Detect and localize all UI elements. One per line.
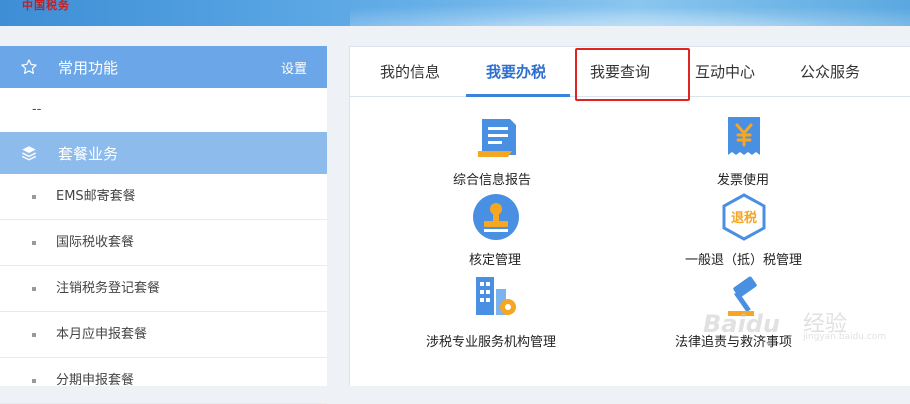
package-item-label: 分期申报套餐 [56, 372, 135, 388]
building-gear-icon [470, 273, 522, 325]
star-icon [20, 58, 38, 76]
service-assessment-management[interactable]: 核定管理 [450, 191, 560, 271]
package-item-label: 注销税务登记套餐 [56, 280, 161, 296]
package-item-installment-filing[interactable]: 分期申报套餐 [0, 358, 327, 404]
package-item-deregistration[interactable]: 注销税务登记套餐 [0, 266, 327, 312]
service-label: 涉税专业服务机构管理 [426, 335, 557, 350]
service-info-report[interactable]: 综合信息报告 [440, 111, 570, 191]
bullet-icon [32, 286, 36, 291]
sidebar-packages-title: 套餐业务 [58, 144, 119, 163]
package-item-label: EMS邮寄套餐 [56, 188, 136, 204]
package-item-label: 国际税收套餐 [56, 234, 135, 250]
package-item-monthly-filing[interactable]: 本月应申报套餐 [0, 312, 327, 358]
main-panel: 我的信息 我要办税 我要查询 互动中心 公众服务 综合信息报告 发票使用 核定管… [349, 46, 910, 386]
tab-bar: 我的信息 我要办税 我要查询 互动中心 公众服务 [350, 47, 910, 97]
sidebar-common-header[interactable]: 常用功能 设置 [0, 46, 327, 88]
stamp-icon [472, 193, 520, 245]
report-document-icon [474, 113, 522, 165]
common-functions-empty: -- [32, 102, 42, 117]
tab-query[interactable]: 我要查询 [590, 61, 650, 82]
tab-interaction-center[interactable]: 互动中心 [695, 61, 755, 82]
service-tax-refund-management[interactable]: 退税 一般退（抵）税管理 [680, 191, 820, 271]
service-invoice-use[interactable]: 发票使用 [690, 111, 800, 191]
bullet-icon [32, 378, 36, 383]
package-item-ems[interactable]: EMS邮寄套餐 [0, 174, 327, 220]
bullet-icon [32, 332, 36, 337]
service-label: 法律追责与救济事项 [675, 335, 793, 350]
service-label: 一般退（抵）税管理 [685, 253, 803, 268]
service-label: 核定管理 [469, 253, 522, 268]
service-tax-agency-management[interactable]: 涉税专业服务机构管理 [420, 273, 590, 353]
banner-mountains-decoration [350, 0, 910, 26]
sidebar-common-title: 常用功能 [58, 58, 119, 77]
tab-handle-tax[interactable]: 我要办税 [486, 61, 546, 82]
tab-public-service[interactable]: 公众服务 [800, 61, 860, 82]
sidebar: 常用功能 设置 -- 套餐业务 EMS邮寄套餐 国际税收套餐 注销税务登记套餐 … [0, 46, 327, 404]
service-label: 发票使用 [717, 173, 770, 188]
sidebar-packages-header[interactable]: 套餐业务 [0, 132, 327, 174]
site-logo[interactable]: 中国税务 [22, 0, 70, 12]
gavel-icon [720, 273, 772, 325]
bullet-icon [32, 194, 36, 199]
package-item-label: 本月应申报套餐 [56, 326, 148, 342]
tab-my-info[interactable]: 我的信息 [380, 61, 440, 82]
bullet-icon [32, 240, 36, 245]
service-legal-remedy[interactable]: 法律追责与救济事项 [670, 273, 830, 353]
active-tab-indicator [466, 94, 570, 97]
top-banner: 中国税务 [0, 0, 910, 26]
settings-link[interactable]: 设置 [281, 58, 307, 77]
package-item-international-tax[interactable]: 国际税收套餐 [0, 220, 327, 266]
service-label: 综合信息报告 [453, 173, 532, 188]
tax-refund-icon: 退税 [720, 193, 768, 245]
invoice-yen-icon [720, 113, 768, 165]
layers-icon [20, 144, 38, 162]
svg-text:退税: 退税 [731, 210, 757, 226]
